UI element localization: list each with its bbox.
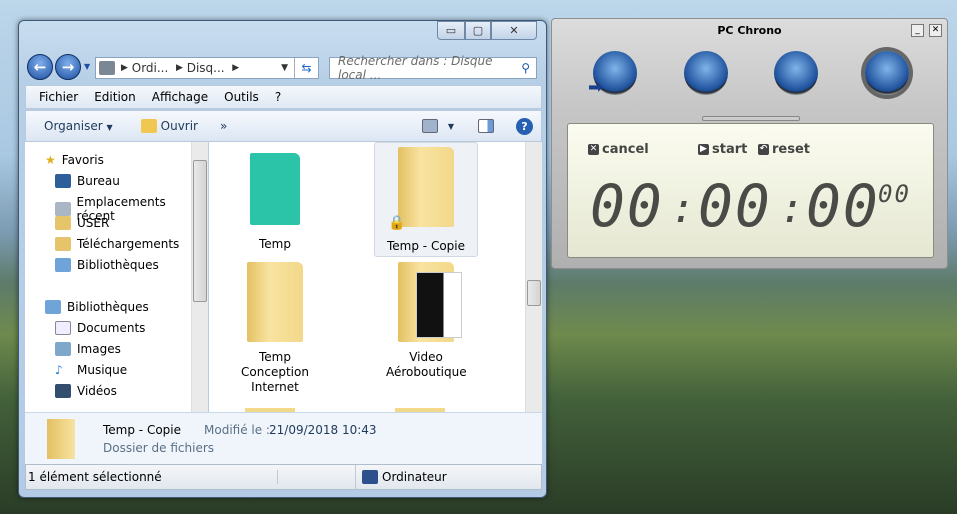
folder-icon: 🔒 [388,147,454,231]
desktop-icon [55,174,71,188]
search-input[interactable]: Rechercher dans : Disque local ... ⚲ [329,54,537,82]
details-pane: Temp - Copie Modifié le : 21/09/2018 10:… [25,412,542,464]
settings-gear-icon[interactable] [865,51,909,95]
minimize-button[interactable]: _ [911,24,924,37]
command-bar: Organiser ▼ Ouvrir » ▼ ? [25,110,542,142]
menu-affichage[interactable]: Affichage [144,90,216,104]
file-list: Temp 🔒 Temp - Copie Temp Conception Inte… [209,142,525,412]
separator: : [780,186,807,232]
folder-icon [398,262,462,342]
content-scrollbar[interactable] [525,142,542,412]
refresh-icon[interactable]: ⇆ [294,58,318,78]
breadcrumb-computer[interactable]: Ordi... [132,61,169,75]
folder-icon [47,419,75,459]
help-icon[interactable]: ? [516,117,533,135]
collapse-handle[interactable] [702,116,800,121]
hundredths-display: 00 [878,180,911,208]
lcd-display: ✕ cancel ▶ start ↶ reset 00 : 00 : 00 00 [567,123,934,258]
folder-item-video[interactable]: Video Aéroboutique [374,262,478,380]
nav-favorites[interactable]: ★ Favoris [45,153,104,167]
address-bar[interactable]: ▶ Ordi... ▶ Disq... ▶ ▼ ⇆ [95,57,319,79]
star-icon: ★ [45,153,56,167]
computer-icon [99,61,115,75]
documents-icon [55,321,71,335]
lock-icon: 🔒 [388,215,406,231]
nav-libraries[interactable]: Bibliothèques [45,300,149,314]
close-button[interactable]: ✕ [491,21,537,40]
menu-bar: Fichier Edition Affichage Outils ? [25,85,542,109]
details-type: Dossier de fichiers [103,441,215,455]
menu-edition[interactable]: Edition [86,90,144,104]
nav-videos[interactable]: Vidéos [55,384,117,398]
view-dropdown-icon[interactable]: ▼ [448,122,454,131]
status-selection: 1 élément sélectionné [26,470,278,484]
details-name: Temp - Copie [103,423,181,437]
search-icon[interactable]: ⚲ [521,61,536,75]
hours-display: 00 [590,172,664,240]
breadcrumb-disk[interactable]: Disq... [187,61,225,75]
nav-libraries-fav[interactable]: Bibliothèques [55,258,159,272]
folder-item-temp-conception[interactable]: Temp Conception Internet [223,262,327,395]
computer-icon [362,470,378,484]
more-commands-button[interactable]: » [220,119,227,133]
folder-icon [250,153,300,225]
nav-images[interactable]: Images [55,342,121,356]
play-icon: ▶ [698,144,709,155]
nav-downloads[interactable]: Téléchargements [55,237,179,251]
close-button[interactable]: ✕ [929,24,942,37]
organize-button[interactable]: Organiser ▼ [44,119,113,133]
back-button[interactable]: ← [27,54,53,80]
cancel-icon: ✕ [588,144,599,155]
maximize-button[interactable]: ▢ [465,21,491,40]
nav-bureau[interactable]: Bureau [55,174,120,188]
minutes-display: 00 [698,172,772,240]
user-folder-icon [55,216,71,230]
images-icon [55,342,71,356]
explorer-window: ▭ ▢ ✕ ← → ▼ ▶ Ordi... ▶ Disq... ▶ ▼ ⇆ Re… [18,20,547,498]
modified-label: Modifié le : [204,423,270,437]
nav-user[interactable]: USER [55,216,109,230]
status-location: Ordinateur [382,470,447,484]
navigation-pane: ★ Favoris Bureau Emplacements récent USER… [25,142,205,412]
pc-chrono-window: PC Chrono _ ✕ ➡ ✕ cancel ▶ start ↶ reset 00… [551,18,948,269]
start-button[interactable]: ▶ start [698,142,747,157]
window-title: PC Chrono [717,24,782,37]
modified-value: 21/09/2018 10:43 [269,423,377,437]
preview-pane-icon[interactable] [478,119,494,133]
status-bar: 1 élément sélectionné Ordinateur [25,464,542,490]
downloads-icon [55,237,71,251]
videos-icon [55,384,71,398]
nav-music[interactable]: ♪ Musique [55,363,127,377]
address-dropdown-icon[interactable]: ▼ [281,63,294,73]
separator: : [671,186,698,232]
reset-button[interactable]: ↶ reset [758,142,810,157]
reset-icon: ↶ [758,144,769,155]
forward-button[interactable]: → [55,54,81,80]
recent-places-icon [55,202,71,216]
libraries-icon [55,258,71,272]
menu-outils[interactable]: Outils [216,90,267,104]
nav-documents[interactable]: Documents [55,321,145,335]
libraries-icon [45,300,61,314]
seconds-display: 00 [806,172,880,240]
view-icon[interactable] [421,119,438,133]
folder-icon [247,262,303,342]
clock-icon[interactable] [774,51,818,95]
open-button[interactable]: Ouvrir [140,119,198,133]
folder-item-temp[interactable]: Temp [223,150,327,252]
arrow-icon: ➡ [588,77,604,98]
menu-fichier[interactable]: Fichier [26,90,86,104]
recent-pages-dropdown[interactable]: ▼ [84,62,90,71]
music-icon: ♪ [55,363,63,377]
open-folder-icon [140,119,157,133]
menu-help[interactable]: ? [267,90,289,104]
cancel-button[interactable]: ✕ cancel [588,142,649,157]
stopwatch-icon[interactable] [684,51,728,95]
minimize-button[interactable]: ▭ [437,21,465,40]
nav-scrollbar[interactable] [191,142,208,412]
folder-item-temp-copie[interactable]: 🔒 Temp - Copie [374,142,478,257]
